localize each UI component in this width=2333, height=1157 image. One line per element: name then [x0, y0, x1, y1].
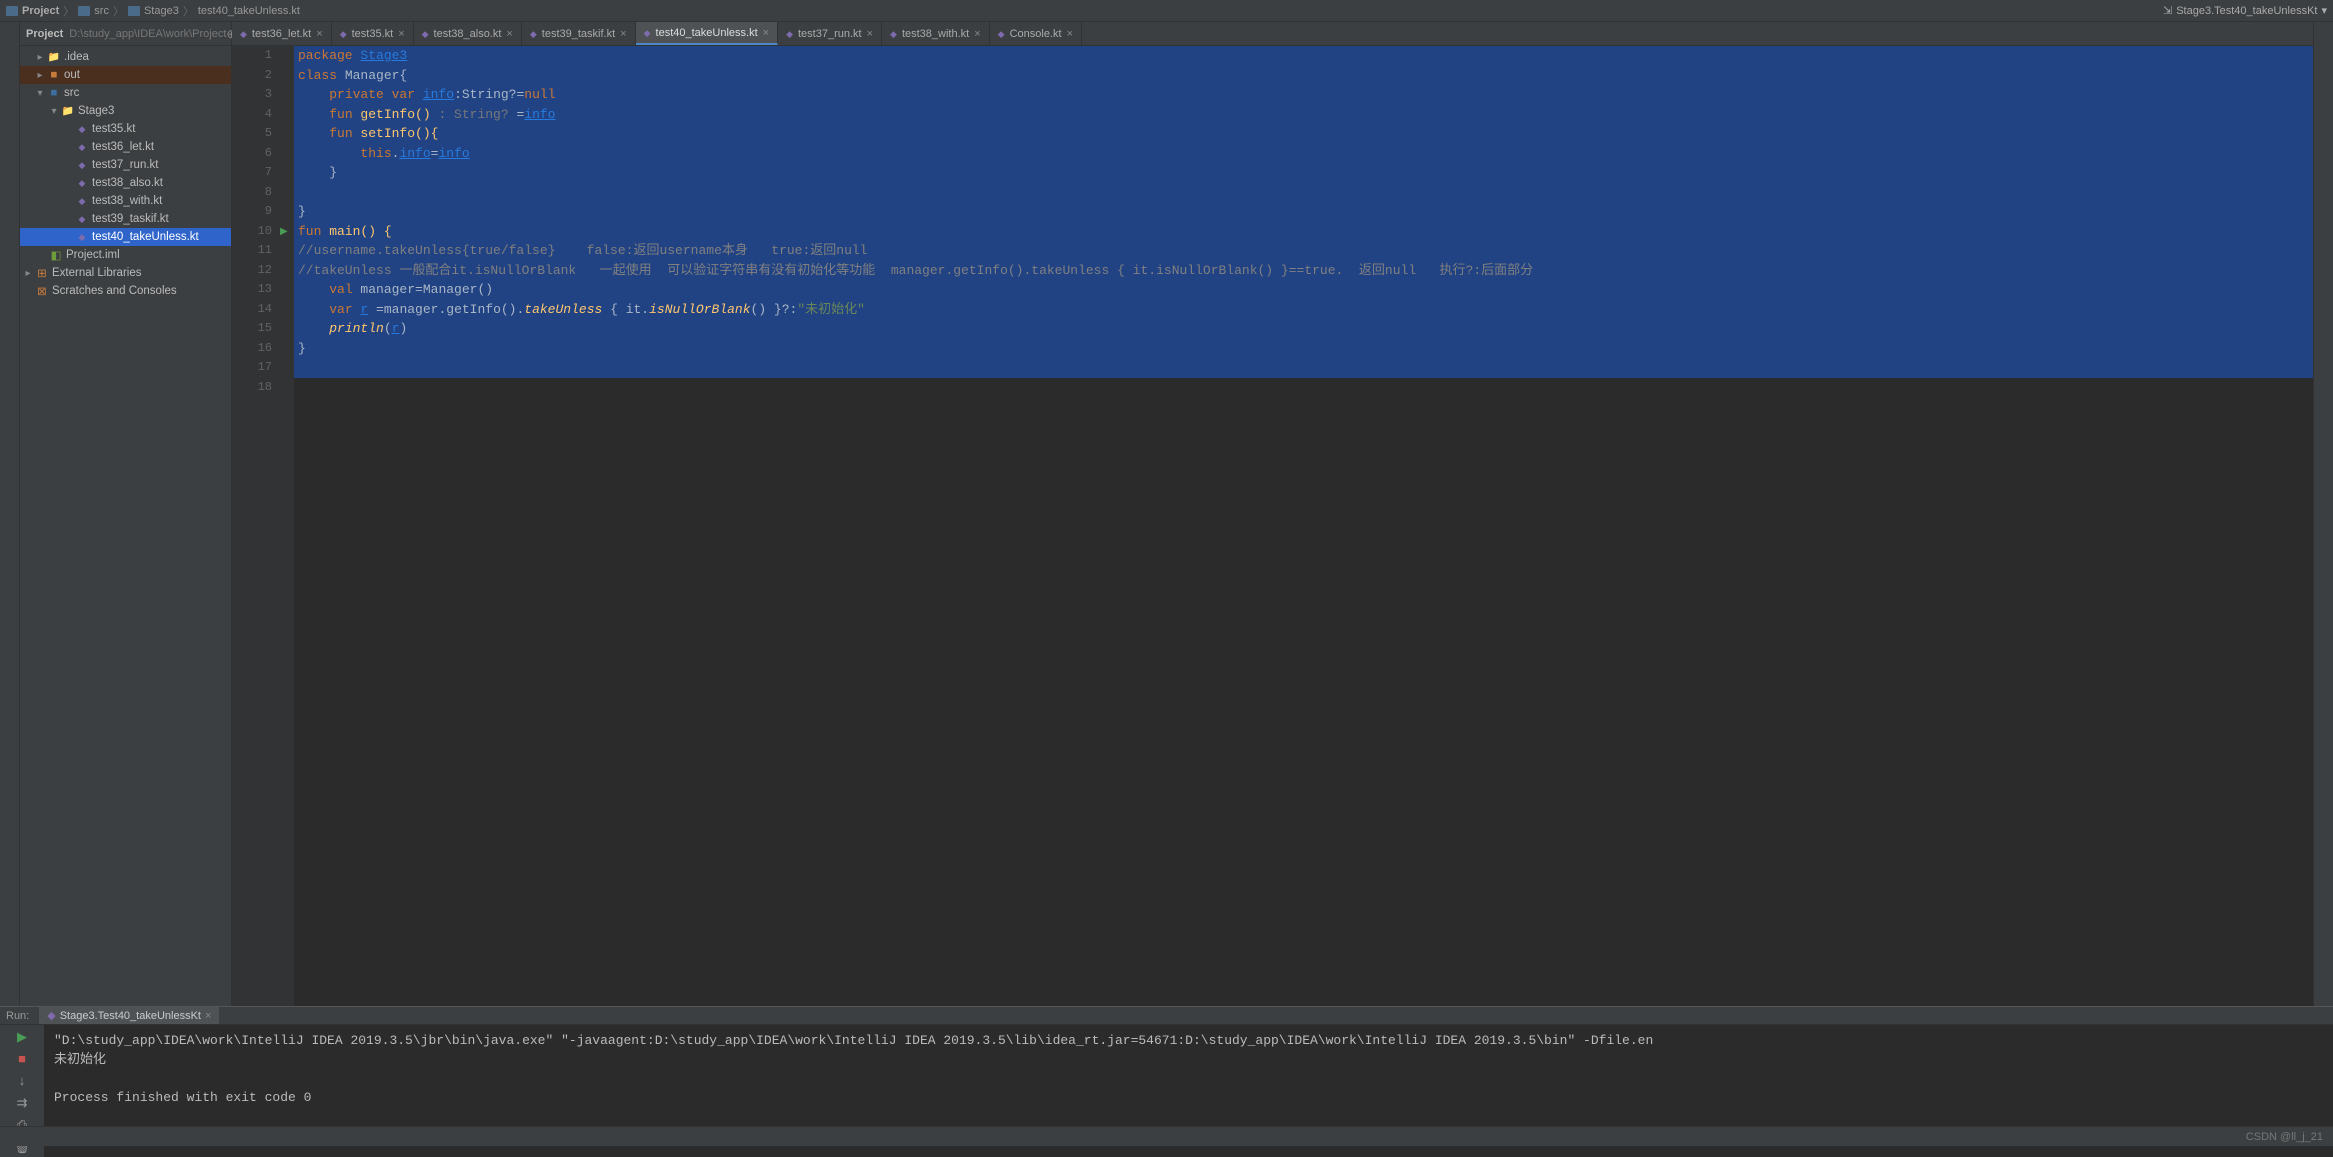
crumb-sep: 〉	[63, 3, 74, 19]
editor-tab[interactable]: test36_let.kt×	[232, 22, 332, 45]
run-label: Run:	[6, 1010, 29, 1022]
run-configuration-dropdown[interactable]: ⇲ Stage3.Test40_takeUnlessKt ▾	[2163, 4, 2327, 17]
left-tool-gutter	[0, 22, 20, 1006]
crumb-sep: 〉	[183, 3, 194, 19]
editor-tab[interactable]: test40_takeUnless.kt×	[636, 22, 778, 45]
crumb-src[interactable]: src	[94, 5, 109, 17]
layout-button[interactable]: ⇉	[13, 1095, 31, 1113]
crumb-stage[interactable]: Stage3	[144, 5, 179, 17]
run-panel-header: Run: ◆ Stage3.Test40_takeUnlessKt ×	[0, 1007, 2333, 1025]
tree-item-src[interactable]: ▾■ src	[20, 84, 231, 102]
tree-item-iml[interactable]: ◧Project.iml	[20, 246, 231, 264]
close-icon[interactable]: ×	[398, 28, 404, 40]
close-icon[interactable]: ×	[867, 28, 873, 40]
code-content[interactable]: package Stage3class Manager{ private var…	[294, 46, 2313, 1006]
tree-item-stage3[interactable]: ▾ Stage3	[20, 102, 231, 120]
tree-file[interactable]: test37_run.kt	[20, 156, 231, 174]
project-tree: ▸ .idea ▸■ out ▾■ src ▾ Stage3 test35.kt…	[20, 46, 231, 302]
status-bar: CSDN @ll_j_21	[0, 1126, 2333, 1146]
editor-tab[interactable]: test39_taskif.kt×	[522, 22, 636, 45]
run-line-icon[interactable]: ▶	[280, 227, 288, 238]
tree-item-out[interactable]: ▸■ out	[20, 66, 231, 84]
close-icon[interactable]: ×	[620, 28, 626, 40]
gutter-icons: ▶	[280, 46, 294, 1006]
watermark: CSDN @ll_j_21	[2246, 1131, 2323, 1143]
line-number-gutter: 123456789101112131415161718	[232, 46, 280, 1006]
tree-item-scratches[interactable]: ⊠Scratches and Consoles	[20, 282, 231, 300]
editor-tab[interactable]: Console.kt×	[990, 22, 1082, 45]
tree-file[interactable]: test36_let.kt	[20, 138, 231, 156]
editor-tab[interactable]: test38_with.kt×	[882, 22, 990, 45]
project-panel-header: Project D:\study_app\IDEA\work\Project ⊕…	[20, 22, 231, 46]
kotlin-file-icon	[644, 27, 651, 39]
kotlin-file-icon	[890, 28, 897, 40]
editor-tab-bar: test36_let.kt×test35.kt×test38_also.kt×t…	[232, 22, 2313, 46]
editor-body[interactable]: 123456789101112131415161718 ▶ package St…	[232, 46, 2313, 1006]
editor-area: test36_let.kt×test35.kt×test38_also.kt×t…	[232, 22, 2313, 1006]
project-icon	[6, 6, 18, 16]
project-tree-panel: Project D:\study_app\IDEA\work\Project ⊕…	[20, 22, 232, 1006]
kotlin-file-icon	[340, 28, 347, 40]
kotlin-file-icon	[530, 28, 537, 40]
crumb-project[interactable]: Project	[22, 5, 59, 17]
close-icon[interactable]: ×	[316, 28, 322, 40]
kotlin-file-icon	[422, 28, 429, 40]
down-button[interactable]: ↓	[13, 1073, 31, 1091]
run-tab[interactable]: ◆ Stage3.Test40_takeUnlessKt ×	[39, 1007, 219, 1024]
editor-tab[interactable]: test35.kt×	[332, 22, 414, 45]
top-breadcrumb-bar: Project 〉 src 〉 Stage3 〉 test40_takeUnle…	[0, 0, 2333, 22]
kotlin-file-icon	[998, 28, 1005, 40]
tree-item-idea[interactable]: ▸ .idea	[20, 48, 231, 66]
crumb-file[interactable]: test40_takeUnless.kt	[198, 5, 300, 17]
tree-file[interactable]: test35.kt	[20, 120, 231, 138]
kotlin-file-icon	[240, 28, 247, 40]
tree-item-external[interactable]: ▸⊞External Libraries	[20, 264, 231, 282]
project-panel-path: D:\study_app\IDEA\work\Project	[69, 28, 226, 40]
run-config-label: Stage3.Test40_takeUnlessKt	[2176, 5, 2317, 17]
crumb-sep: 〉	[113, 3, 124, 19]
close-icon[interactable]: ×	[763, 27, 769, 39]
project-panel-title[interactable]: Project	[26, 28, 63, 40]
folder-icon	[78, 6, 90, 16]
run-panel: Run: ◆ Stage3.Test40_takeUnlessKt × ▶ ■ …	[0, 1006, 2333, 1126]
close-icon[interactable]: ×	[506, 28, 512, 40]
tree-file[interactable]: test38_with.kt	[20, 192, 231, 210]
rerun-button[interactable]: ▶	[13, 1029, 31, 1047]
editor-tab[interactable]: test37_run.kt×	[778, 22, 882, 45]
right-tool-gutter	[2313, 22, 2333, 1006]
folder-icon	[128, 6, 140, 16]
tree-file[interactable]: test39_taskif.kt	[20, 210, 231, 228]
close-icon[interactable]: ×	[974, 28, 980, 40]
editor-tab[interactable]: test38_also.kt×	[414, 22, 522, 45]
tree-file[interactable]: test38_also.kt	[20, 174, 231, 192]
kotlin-file-icon	[786, 28, 793, 40]
close-icon[interactable]: ×	[1067, 28, 1073, 40]
tree-file-active[interactable]: test40_takeUnless.kt	[20, 228, 231, 246]
stop-button[interactable]: ■	[13, 1051, 31, 1069]
